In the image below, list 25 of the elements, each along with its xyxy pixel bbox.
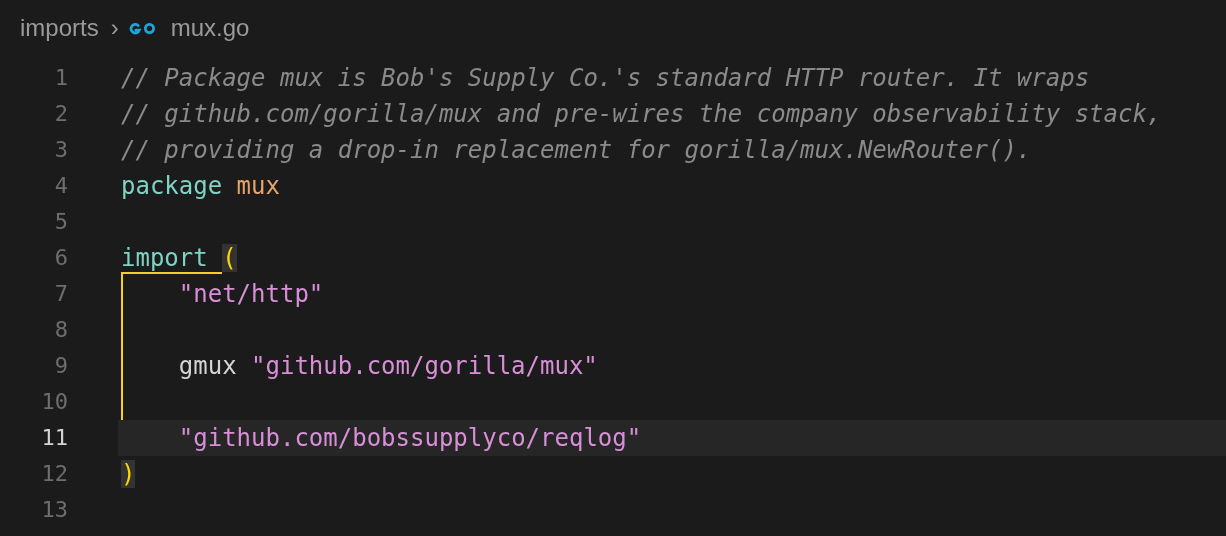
line-number: 2 bbox=[53, 100, 68, 128]
line-number: 12 bbox=[40, 460, 68, 488]
line-number: 10 bbox=[40, 388, 68, 416]
line-number: 1 bbox=[53, 64, 68, 92]
line-number: 11 bbox=[40, 424, 68, 452]
line-number: 8 bbox=[53, 316, 68, 344]
line-number: 6 bbox=[53, 244, 68, 272]
code-line: gmux "github.com/gorilla/mux" bbox=[178, 351, 598, 382]
breadcrumb-separator: › bbox=[110, 14, 119, 42]
code-line: "net/http" bbox=[178, 279, 324, 310]
line-number: 7 bbox=[53, 280, 68, 308]
line-number: 5 bbox=[53, 208, 68, 236]
code-line: // Package mux is Bob's Supply Co.'s standard HTTP router. It wraps bbox=[121, 63, 1090, 94]
breadcrumb-folder[interactable]: imports bbox=[20, 14, 99, 42]
code-line: package mux bbox=[121, 171, 280, 202]
code-line: import ( bbox=[121, 243, 237, 274]
breadcrumb-file[interactable]: mux.go bbox=[170, 14, 250, 42]
code-line: // github.com/gorilla/mux and pre-wires the company observability stack, bbox=[121, 99, 1162, 130]
line-number: 3 bbox=[53, 136, 68, 164]
code-line: // providing a drop-in replacement for gorilla/mux.NewRouter(). bbox=[121, 135, 1032, 166]
line-number: 4 bbox=[53, 172, 68, 200]
code-line: "github.com/bobssupplyco/reqlog" bbox=[178, 423, 642, 454]
line-number: 13 bbox=[40, 496, 68, 524]
line-number: 9 bbox=[53, 352, 68, 380]
go-file-icon bbox=[128, 21, 157, 35]
